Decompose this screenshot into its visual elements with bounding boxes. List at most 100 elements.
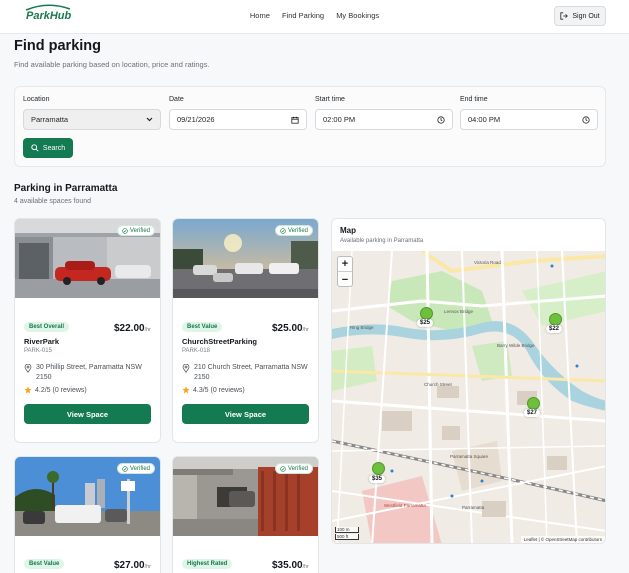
price-value: $35.00 (271, 560, 303, 571)
map-street-label: Victoria Road (474, 260, 501, 265)
view-space-button[interactable]: View Space (24, 404, 151, 424)
check-circle-icon (280, 227, 286, 234)
map-marker[interactable] (372, 462, 385, 475)
map-price-pin[interactable]: $25 (417, 319, 434, 327)
card-badge: Best Value (182, 322, 223, 332)
nav-find-parking[interactable]: Find Parking (282, 11, 324, 20)
card-badge: Highest Rated (182, 559, 233, 569)
verified-label: Verified (129, 227, 150, 234)
verified-badge: Verified (274, 463, 313, 474)
verified-label: Verified (287, 227, 308, 234)
parking-card[interactable]: Verified Best Value $27.00/hr (14, 456, 161, 573)
parking-card[interactable]: Verified Best Value $25.00/hr ChurchStre… (172, 218, 319, 443)
card-price: $25.00/hr (272, 323, 309, 334)
calendar-icon[interactable] (291, 116, 299, 124)
zoom-in-button[interactable]: + (338, 257, 352, 272)
verified-badge: Verified (116, 463, 155, 474)
rating-text: 4.2/5 (0 reviews) (35, 386, 87, 394)
map-street-label: Westfield Parramatta (384, 503, 426, 508)
view-space-button[interactable]: View Space (182, 404, 309, 424)
card-badge: Best Overall (24, 322, 70, 332)
verified-badge: Verified (116, 225, 155, 236)
map-price-pin[interactable]: $27 (524, 409, 541, 417)
price-unit: /hr (302, 327, 309, 333)
clock-icon[interactable] (582, 115, 590, 124)
price-unit: /hr (144, 327, 151, 333)
price-value: $27.00 (113, 560, 145, 571)
star-icon (24, 386, 32, 394)
verified-label: Verified (129, 465, 150, 472)
search-filters: Location Parramatta Date 09/21/2026 Star… (14, 86, 606, 167)
price-value: $25.00 (271, 323, 303, 334)
search-icon (31, 144, 39, 152)
map-subtitle: Available parking in Parramatta (340, 238, 424, 244)
search-button[interactable]: Search (23, 138, 73, 158)
map-street-label: Parramatta (462, 505, 485, 510)
page-title: Find parking (14, 38, 101, 54)
results-title: Parking in Parramatta (14, 183, 118, 194)
card-rating: 4.3/5 (0 reviews) (182, 386, 245, 394)
parking-card[interactable]: Verified Highest Rated $35.00/hr (172, 456, 319, 573)
location-select[interactable]: Parramatta (23, 109, 161, 130)
card-price: $35.00/hr (272, 560, 309, 571)
sign-out-icon (560, 12, 569, 20)
card-address: 210 Church Street, Parramatta NSW 2150 (182, 363, 312, 383)
map-title: Map (340, 226, 356, 235)
map-street-label: Ring Bridge (350, 325, 374, 330)
nav-home[interactable]: Home (250, 11, 270, 20)
map-street-label: Lennox Bridge (444, 309, 474, 314)
verified-badge: Verified (274, 225, 313, 236)
results-count: 4 available spaces found (14, 198, 92, 205)
check-circle-icon (122, 465, 128, 472)
parking-card[interactable]: Verified Best Overall $22.00/hr RiverPar… (14, 218, 161, 443)
map-price-pin[interactable]: $35 (369, 475, 386, 483)
card-badge: Best Value (24, 559, 65, 569)
card-name: ChurchStreetParking (182, 337, 258, 346)
price-value: $22.00 (113, 323, 145, 334)
clock-icon[interactable] (437, 115, 445, 124)
search-button-label: Search (42, 144, 66, 152)
card-price: $22.00/hr (114, 323, 151, 334)
address-text: 30 Phillip Street, Parramatta NSW 2150 (36, 364, 142, 381)
check-circle-icon (280, 465, 286, 472)
location-pin-icon (24, 364, 32, 373)
map-price-pin[interactable]: $22 (546, 325, 563, 333)
scale-top: 100 m (335, 527, 359, 533)
date-value: 09/21/2026 (177, 115, 215, 124)
nav-my-bookings[interactable]: My Bookings (336, 11, 379, 20)
end-time-input[interactable]: 04:00 PM (460, 109, 598, 130)
chevron-down-icon (146, 117, 153, 122)
price-unit: /hr (302, 564, 309, 570)
end-time-value: 04:00 PM (468, 115, 501, 124)
top-bar: ParkHub Home Find Parking My Bookings Si… (0, 0, 629, 34)
price-unit: /hr (144, 564, 151, 570)
start-time-input[interactable]: 02:00 PM (315, 109, 453, 130)
map-street-label: Parramatta Square (450, 454, 489, 459)
card-price: $27.00/hr (114, 560, 151, 571)
verified-label: Verified (287, 465, 308, 472)
map-canvas[interactable]: Victoria Road Ring Bridge Lennox Bridge … (332, 251, 606, 544)
card-rating: 4.2/5 (0 reviews) (24, 386, 87, 394)
zoom-out-button[interactable]: − (338, 272, 352, 287)
start-time-label: Start time (315, 96, 345, 103)
map-street-label: Barry Wilde Bridge (497, 343, 535, 348)
map-attribution[interactable]: Leaflet | © OpenStreetMap contributors (520, 536, 605, 543)
date-input[interactable]: 09/21/2026 (169, 109, 307, 130)
map-street-label: Church Street (424, 382, 453, 387)
scale-bottom: 500 ft (335, 534, 359, 540)
location-value: Parramatta (31, 115, 69, 124)
check-circle-icon (122, 227, 128, 234)
sign-out-button[interactable]: Sign Out (554, 6, 606, 26)
map-panel: Map Available parking in Parramatta Vict… (331, 218, 606, 544)
sign-out-label: Sign Out (572, 12, 600, 20)
zoom-control: + − (337, 256, 353, 287)
date-label: Date (169, 96, 184, 103)
page-subtitle: Find available parking based on location… (14, 60, 210, 69)
star-icon (182, 386, 190, 394)
card-id: PARK-015 (24, 348, 52, 354)
address-text: 210 Church Street, Parramatta NSW 2150 (194, 364, 308, 381)
end-time-label: End time (460, 96, 488, 103)
card-address: 30 Phillip Street, Parramatta NSW 2150 (24, 363, 154, 383)
location-label: Location (23, 96, 50, 103)
rating-text: 4.3/5 (0 reviews) (193, 386, 245, 394)
